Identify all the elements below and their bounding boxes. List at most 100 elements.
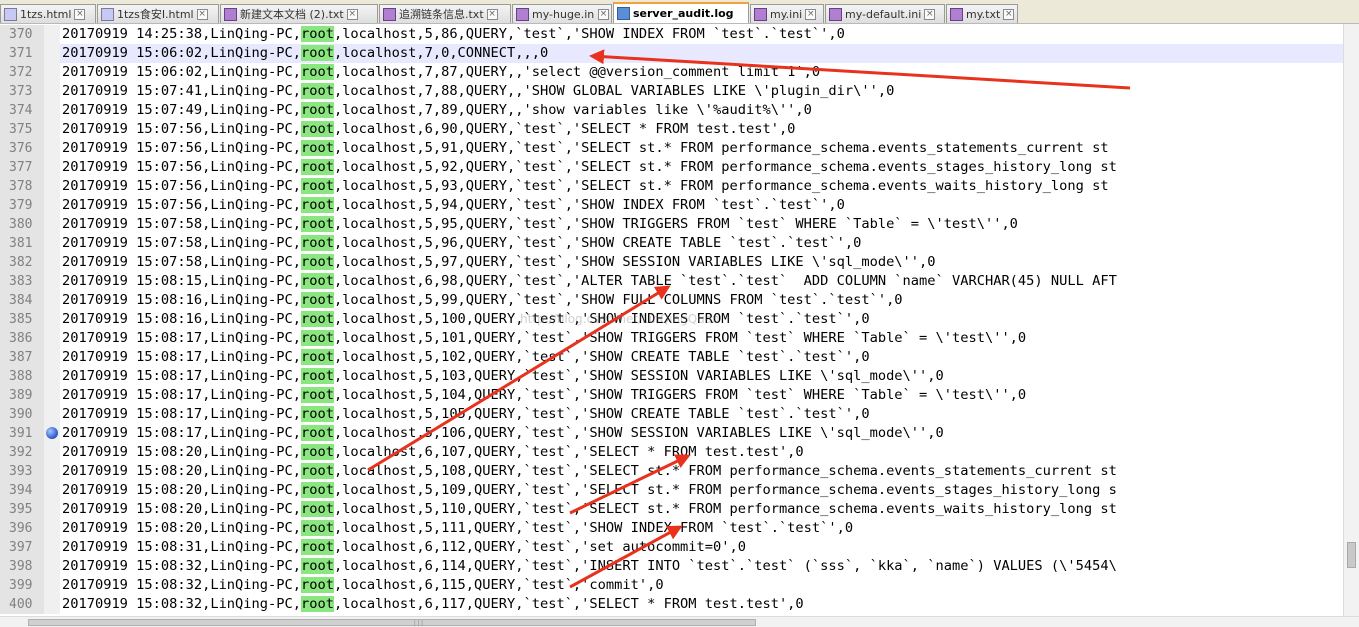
- line-prefix: 20170919 15:08:17,LinQing-PC,: [62, 406, 301, 422]
- text-line[interactable]: 377 20170919 15:07:56,LinQing-PC,root,loc…: [0, 158, 1343, 177]
- bookmark-margin[interactable]: [44, 158, 60, 177]
- bookmark-margin[interactable]: [44, 120, 60, 139]
- text-line[interactable]: 381 20170919 15:07:58,LinQing-PC,root,loc…: [0, 234, 1343, 253]
- bookmark-margin[interactable]: [44, 139, 60, 158]
- text-line[interactable]: 376 20170919 15:07:56,LinQing-PC,root,loc…: [0, 139, 1343, 158]
- bookmark-margin[interactable]: [44, 538, 60, 557]
- horizontal-scroll-thumb[interactable]: |||: [28, 619, 756, 627]
- tab-1[interactable]: 1tzs食安I.html ×: [97, 4, 219, 23]
- text-line[interactable]: 373 20170919 15:07:41,LinQing-PC,root,loc…: [0, 82, 1343, 101]
- bookmark-margin[interactable]: [44, 500, 60, 519]
- text-line[interactable]: 388 20170919 15:08:17,LinQing-PC,root,loc…: [0, 367, 1343, 386]
- close-tab-icon[interactable]: ×: [598, 8, 609, 20]
- tab-3[interactable]: 追溯链条信息.txt ×: [379, 4, 511, 23]
- close-tab-icon[interactable]: ×: [196, 8, 208, 20]
- text-line[interactable]: 384 20170919 15:08:16,LinQing-PC,root,loc…: [0, 291, 1343, 310]
- tab-4[interactable]: my-huge.ini ×: [512, 4, 612, 23]
- text-line[interactable]: 386 20170919 15:08:17,LinQing-PC,root,loc…: [0, 329, 1343, 348]
- bookmark-margin[interactable]: [44, 234, 60, 253]
- bookmark-margin[interactable]: [44, 519, 60, 538]
- bookmark-margin[interactable]: [44, 253, 60, 272]
- text-line[interactable]: 387 20170919 15:08:17,LinQing-PC,root,loc…: [0, 348, 1343, 367]
- bookmark-margin[interactable]: [44, 215, 60, 234]
- text-line[interactable]: 379 20170919 15:07:56,LinQing-PC,root,loc…: [0, 196, 1343, 215]
- line-number: 397: [0, 538, 44, 557]
- scroll-grip-icon: |||: [413, 620, 424, 627]
- bookmark-margin[interactable]: [44, 196, 60, 215]
- line-text: 20170919 15:08:17,LinQing-PC,root,localh…: [60, 405, 1343, 424]
- vertical-scrollbar[interactable]: [1343, 24, 1359, 616]
- close-tab-icon[interactable]: ×: [924, 8, 936, 20]
- line-suffix: ,localhost,7,89,QUERY,,'show variables l…: [333, 102, 812, 118]
- close-tab-icon[interactable]: ×: [1003, 8, 1015, 20]
- bookmark-margin[interactable]: [44, 44, 60, 63]
- text-line[interactable]: 391 20170919 15:08:17,LinQing-PC,root,loc…: [0, 424, 1343, 443]
- bookmark-margin[interactable]: [44, 386, 60, 405]
- bookmark-margin[interactable]: [44, 101, 60, 120]
- highlighted-user: root: [300, 520, 334, 536]
- text-line[interactable]: 378 20170919 15:07:56,LinQing-PC,root,loc…: [0, 177, 1343, 196]
- tab-2[interactable]: 新建文本文档 (2).txt ×: [220, 4, 378, 23]
- tab-6[interactable]: my.ini ×: [750, 4, 824, 23]
- tab-7[interactable]: my-default.ini ×: [825, 4, 945, 23]
- close-tab-icon[interactable]: ×: [486, 8, 498, 20]
- line-prefix: 20170919 15:07:58,LinQing-PC,: [62, 235, 301, 251]
- bookmark-margin[interactable]: [44, 82, 60, 101]
- text-line[interactable]: 400 20170919 15:08:32,LinQing-PC,root,loc…: [0, 595, 1343, 614]
- editor-text-area[interactable]: 370 20170919 14:25:38,LinQing-PC,root,loc…: [0, 24, 1359, 616]
- tab-label: my.ini: [770, 7, 803, 21]
- text-line[interactable]: 382 20170919 15:07:58,LinQing-PC,root,loc…: [0, 253, 1343, 272]
- bookmark-margin[interactable]: [44, 443, 60, 462]
- text-line[interactable]: 375 20170919 15:07:56,LinQing-PC,root,loc…: [0, 120, 1343, 139]
- line-prefix: 20170919 15:08:17,LinQing-PC,: [62, 387, 301, 403]
- text-line[interactable]: 389 20170919 15:08:17,LinQing-PC,root,loc…: [0, 386, 1343, 405]
- text-line[interactable]: 396 20170919 15:08:20,LinQing-PC,root,loc…: [0, 519, 1343, 538]
- bookmark-margin[interactable]: [44, 310, 60, 329]
- bookmark-margin[interactable]: [44, 291, 60, 310]
- line-text: 20170919 15:07:58,LinQing-PC,root,localh…: [60, 253, 1343, 272]
- horizontal-scrollbar[interactable]: |||: [0, 616, 1359, 627]
- tab-5[interactable]: server_audit.log: [613, 2, 749, 23]
- bookmark-margin[interactable]: [44, 405, 60, 424]
- text-line[interactable]: 390 20170919 15:08:17,LinQing-PC,root,loc…: [0, 405, 1343, 424]
- bookmark-margin[interactable]: [44, 557, 60, 576]
- tab-8[interactable]: my.txt ×: [946, 4, 1018, 23]
- bookmark-margin[interactable]: [44, 272, 60, 291]
- text-line[interactable]: 398 20170919 15:08:32,LinQing-PC,root,loc…: [0, 557, 1343, 576]
- text-line[interactable]: 374 20170919 15:07:49,LinQing-PC,root,loc…: [0, 101, 1343, 120]
- text-line[interactable]: 397 20170919 15:08:31,LinQing-PC,root,loc…: [0, 538, 1343, 557]
- vertical-scroll-thumb[interactable]: [1347, 542, 1356, 568]
- text-line[interactable]: 385 20170919 15:08:16,LinQing-PC,root,loc…: [0, 310, 1343, 329]
- close-tab-icon[interactable]: ×: [74, 8, 86, 20]
- text-line[interactable]: 395 20170919 15:08:20,LinQing-PC,root,loc…: [0, 500, 1343, 519]
- text-line[interactable]: 380 20170919 15:07:58,LinQing-PC,root,loc…: [0, 215, 1343, 234]
- bookmark-margin[interactable]: [44, 481, 60, 500]
- text-line[interactable]: 371 20170919 15:06:02,LinQing-PC,root,loc…: [0, 44, 1343, 63]
- bookmark-icon: [46, 427, 58, 439]
- bookmark-margin[interactable]: [44, 462, 60, 481]
- tab-label: server_audit.log: [633, 7, 734, 20]
- highlighted-user: root: [300, 387, 334, 403]
- text-line[interactable]: 393 20170919 15:08:20,LinQing-PC,root,loc…: [0, 462, 1343, 481]
- text-line[interactable]: 394 20170919 15:08:20,LinQing-PC,root,loc…: [0, 481, 1343, 500]
- bookmark-margin[interactable]: [44, 177, 60, 196]
- bookmark-margin[interactable]: [44, 424, 60, 443]
- text-line[interactable]: 383 20170919 15:08:15,LinQing-PC,root,loc…: [0, 272, 1343, 291]
- bookmark-margin[interactable]: [44, 595, 60, 614]
- bookmark-margin[interactable]: [44, 25, 60, 44]
- close-tab-icon[interactable]: ×: [805, 8, 817, 20]
- bookmark-margin[interactable]: [44, 348, 60, 367]
- tab-0[interactable]: 1tzs.html ×: [0, 4, 96, 23]
- text-line[interactable]: 370 20170919 14:25:38,LinQing-PC,root,loc…: [0, 25, 1343, 44]
- bookmark-margin[interactable]: [44, 329, 60, 348]
- highlighted-user: root: [300, 501, 334, 517]
- bookmark-margin[interactable]: [44, 63, 60, 82]
- bookmark-margin[interactable]: [44, 576, 60, 595]
- line-prefix: 20170919 15:07:58,LinQing-PC,: [62, 216, 301, 232]
- text-line[interactable]: 372 20170919 15:06:02,LinQing-PC,root,loc…: [0, 63, 1343, 82]
- text-line[interactable]: 392 20170919 15:08:20,LinQing-PC,root,loc…: [0, 443, 1343, 462]
- bookmark-margin[interactable]: [44, 367, 60, 386]
- line-text: 20170919 15:08:32,LinQing-PC,root,localh…: [60, 595, 1343, 614]
- text-line[interactable]: 399 20170919 15:08:32,LinQing-PC,root,loc…: [0, 576, 1343, 595]
- close-tab-icon[interactable]: ×: [346, 8, 358, 20]
